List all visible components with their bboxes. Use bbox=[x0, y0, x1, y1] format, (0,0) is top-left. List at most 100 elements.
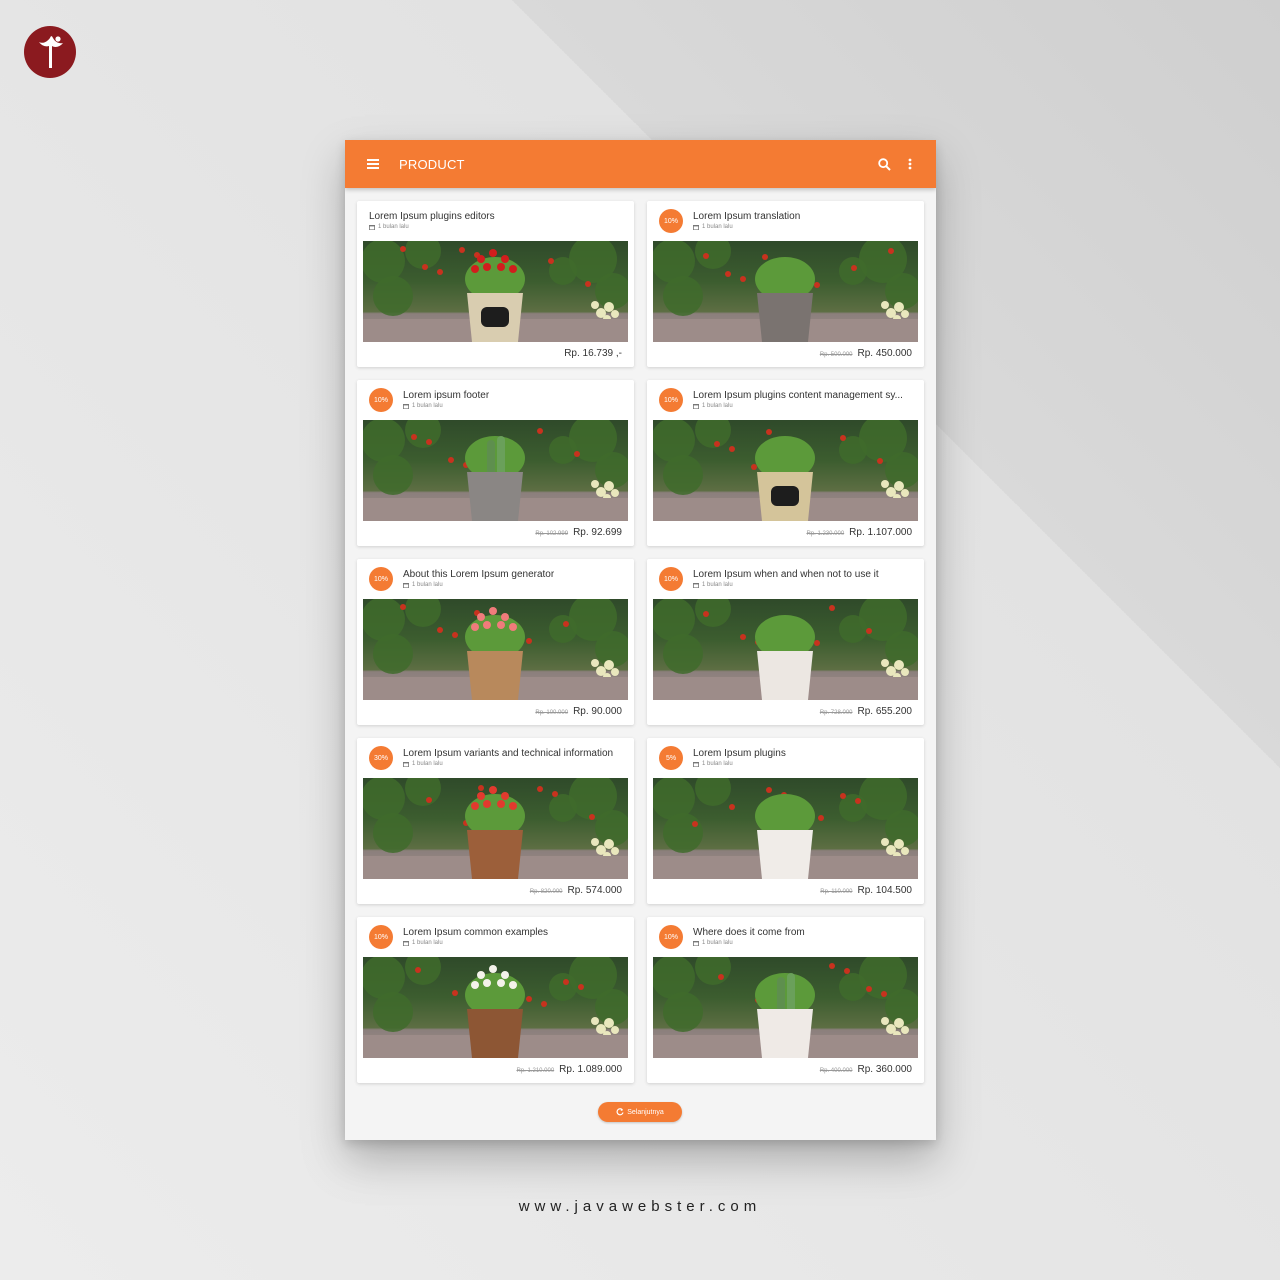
old-price: Rp. 102.999 bbox=[535, 531, 569, 537]
product-price: Rp. 360.000 bbox=[857, 1064, 913, 1075]
brand-logo bbox=[24, 26, 76, 78]
product-price: Rp. 655.200 bbox=[857, 706, 913, 717]
card-header: 30% Lorem Ipsum variants and technical i… bbox=[357, 738, 634, 778]
product-title[interactable]: Lorem Ipsum translation bbox=[693, 211, 800, 222]
price-row: Rp. 820.000 Rp. 574.000 bbox=[530, 885, 622, 896]
product-time: 1 bulan lalu bbox=[412, 940, 443, 946]
discount-badge: 10% bbox=[659, 567, 683, 591]
product-card[interactable]: 10% Lorem Ipsum when and when not to use… bbox=[647, 559, 924, 725]
product-time: 1 bulan lalu bbox=[412, 582, 443, 588]
product-image[interactable] bbox=[363, 957, 628, 1058]
price-row: Rp. 100.000 Rp. 90.000 bbox=[535, 706, 622, 717]
product-image[interactable] bbox=[653, 957, 918, 1058]
product-card[interactable]: 5% Lorem Ipsum plugins 1 bulan lalu Rp. … bbox=[647, 738, 924, 904]
discount-badge: 10% bbox=[659, 388, 683, 412]
page-title: PRODUCT bbox=[399, 156, 465, 172]
price-row: Rp. 728.000 Rp. 655.200 bbox=[820, 706, 912, 717]
product-time: 1 bulan lalu bbox=[702, 582, 733, 588]
product-date: 1 bulan lalu bbox=[693, 940, 733, 946]
product-grid: Lorem Ipsum plugins editors 1 bulan lalu… bbox=[345, 188, 936, 1083]
more-vert-icon[interactable] bbox=[898, 152, 922, 176]
discount-badge: 30% bbox=[369, 746, 393, 770]
price-row: Rp. 110.000 Rp. 104.500 bbox=[820, 885, 912, 896]
menu-icon[interactable] bbox=[361, 152, 385, 176]
old-price: Rp. 400.000 bbox=[819, 1068, 853, 1074]
product-price: Rp. 574.000 bbox=[567, 885, 623, 896]
price-row: Rp. 1.230.000 Rp. 1.107.000 bbox=[806, 527, 912, 538]
old-price: Rp. 1.210.000 bbox=[516, 1068, 555, 1074]
discount-label: 10% bbox=[373, 575, 388, 583]
price-row: Rp. 400.000 Rp. 360.000 bbox=[820, 1064, 912, 1075]
product-title[interactable]: Lorem Ipsum variants and technical infor… bbox=[403, 748, 613, 759]
product-price: Rp. 1.107.000 bbox=[849, 527, 912, 538]
product-card[interactable]: 30% Lorem Ipsum variants and technical i… bbox=[357, 738, 634, 904]
product-price: Rp. 104.500 bbox=[857, 885, 913, 896]
product-time: 1 bulan lalu bbox=[702, 940, 733, 946]
product-title[interactable]: About this Lorem Ipsum generator bbox=[403, 569, 554, 580]
discount-label: 10% bbox=[663, 575, 678, 583]
calendar-icon bbox=[693, 583, 699, 588]
product-image[interactable] bbox=[653, 241, 918, 342]
card-header: 10% About this Lorem Ipsum generator 1 b… bbox=[357, 559, 634, 599]
product-card[interactable]: 10% About this Lorem Ipsum generator 1 b… bbox=[357, 559, 634, 725]
card-header: Lorem Ipsum plugins editors 1 bulan lalu bbox=[357, 201, 634, 241]
product-time: 1 bulan lalu bbox=[702, 761, 733, 767]
product-date: 1 bulan lalu bbox=[693, 224, 733, 230]
card-header: 10% Lorem Ipsum when and when not to use… bbox=[647, 559, 924, 599]
product-date: 1 bulan lalu bbox=[693, 403, 733, 409]
product-time: 1 bulan lalu bbox=[702, 403, 733, 409]
product-date: 1 bulan lalu bbox=[403, 582, 443, 588]
product-date: 1 bulan lalu bbox=[693, 761, 733, 767]
product-title[interactable]: Lorem Ipsum plugins editors bbox=[369, 211, 495, 222]
product-card[interactable]: Lorem Ipsum plugins editors 1 bulan lalu… bbox=[357, 201, 634, 367]
product-time: 1 bulan lalu bbox=[702, 224, 733, 230]
discount-badge: 10% bbox=[369, 567, 393, 591]
product-card[interactable]: 10% Lorem Ipsum plugins content manageme… bbox=[647, 380, 924, 546]
product-price: Rp. 90.000 bbox=[573, 706, 622, 717]
old-price: Rp. 728.000 bbox=[819, 710, 853, 716]
old-price: Rp. 820.000 bbox=[529, 889, 563, 895]
product-title[interactable]: Lorem Ipsum common examples bbox=[403, 927, 548, 938]
product-price: Rp. 450.000 bbox=[857, 348, 913, 359]
load-more-label: Selanjutnya bbox=[627, 1108, 664, 1116]
price-row: Rp. 1.210.000 Rp. 1.089.000 bbox=[516, 1064, 622, 1075]
calendar-icon bbox=[693, 941, 699, 946]
old-price: Rp. 500.000 bbox=[819, 352, 853, 358]
product-card[interactable]: 10% Lorem ipsum footer 1 bulan lalu Rp. … bbox=[357, 380, 634, 546]
product-price: Rp. 1.089.000 bbox=[559, 1064, 622, 1075]
discount-badge: 10% bbox=[369, 388, 393, 412]
product-image[interactable] bbox=[653, 420, 918, 521]
discount-label: 10% bbox=[373, 396, 388, 404]
product-image[interactable] bbox=[363, 241, 628, 342]
discount-badge: 5% bbox=[659, 746, 683, 770]
product-title[interactable]: Lorem Ipsum plugins content management s… bbox=[693, 390, 903, 401]
discount-label: 10% bbox=[663, 217, 678, 225]
product-title[interactable]: Lorem Ipsum when and when not to use it bbox=[693, 569, 879, 580]
product-title[interactable]: Lorem ipsum footer bbox=[403, 390, 489, 401]
product-image[interactable] bbox=[363, 778, 628, 879]
old-price: Rp. 110.000 bbox=[820, 889, 853, 895]
discount-badge: 10% bbox=[659, 925, 683, 949]
refresh-icon bbox=[616, 1108, 624, 1116]
product-title[interactable]: Where does it come from bbox=[693, 927, 805, 938]
product-time: 1 bulan lalu bbox=[378, 224, 409, 230]
search-icon[interactable] bbox=[872, 152, 896, 176]
product-image[interactable] bbox=[363, 599, 628, 700]
product-price: Rp. 92.699 bbox=[573, 527, 622, 538]
product-date: 1 bulan lalu bbox=[693, 582, 733, 588]
calendar-icon bbox=[403, 762, 409, 767]
footer-website[interactable]: www.javawebster.com bbox=[0, 1198, 1280, 1215]
app-bar: PRODUCT bbox=[345, 140, 936, 188]
product-date: 1 bulan lalu bbox=[369, 224, 409, 230]
load-more-button[interactable]: Selanjutnya bbox=[598, 1102, 682, 1122]
product-card[interactable]: 10% Lorem Ipsum translation 1 bulan lalu… bbox=[647, 201, 924, 367]
product-image[interactable] bbox=[653, 599, 918, 700]
product-image[interactable] bbox=[363, 420, 628, 521]
old-price: Rp. 100.000 bbox=[535, 710, 569, 716]
product-card[interactable]: 10% Lorem Ipsum common examples 1 bulan … bbox=[357, 917, 634, 1083]
product-card[interactable]: 10% Where does it come from 1 bulan lalu… bbox=[647, 917, 924, 1083]
discount-badge: 10% bbox=[369, 925, 393, 949]
product-image[interactable] bbox=[653, 778, 918, 879]
product-date: 1 bulan lalu bbox=[403, 403, 443, 409]
product-title[interactable]: Lorem Ipsum plugins bbox=[693, 748, 786, 759]
